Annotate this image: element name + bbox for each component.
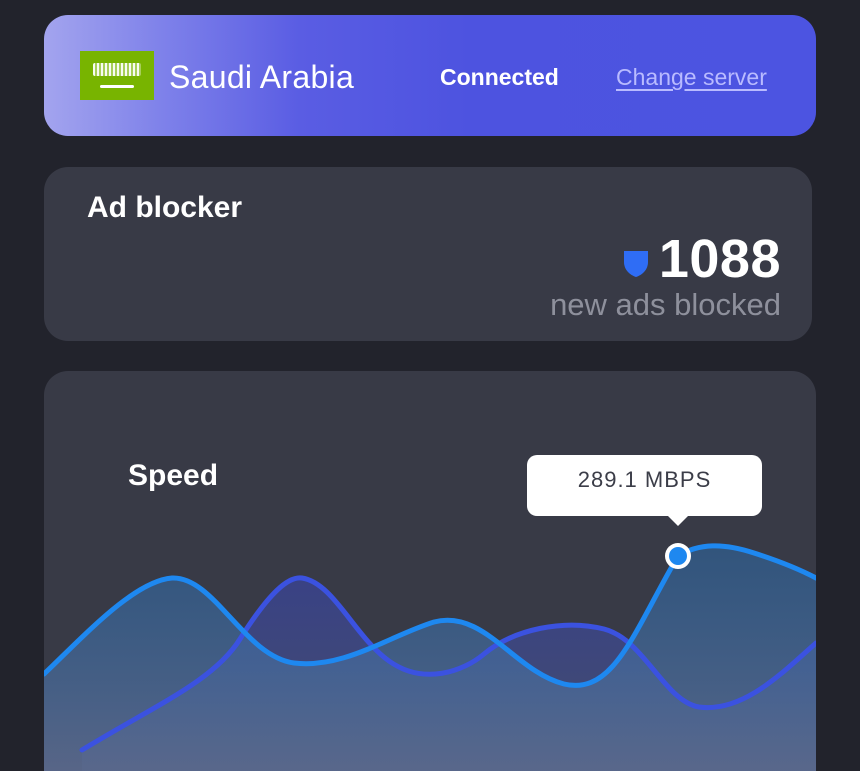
saudi-arabia-flag-icon bbox=[80, 51, 154, 100]
speed-tooltip-value: 289.1 MBPS bbox=[577, 467, 712, 492]
ad-blocker-title: Ad blocker bbox=[87, 191, 243, 224]
ads-blocked-count: 1088 bbox=[658, 229, 781, 289]
change-server-link[interactable]: Change server bbox=[616, 63, 767, 91]
speed-tooltip: 289.1 MBPS bbox=[527, 455, 762, 526]
server-banner: Saudi Arabia Connected Change server bbox=[44, 15, 816, 136]
speed-chart bbox=[44, 543, 816, 771]
country-name: Saudi Arabia bbox=[169, 59, 355, 95]
ads-blocked-caption: new ads blocked bbox=[550, 287, 781, 322]
speed-title: Speed bbox=[128, 459, 219, 492]
connection-status: Connected bbox=[440, 64, 559, 90]
ad-count-row: 1088 bbox=[622, 229, 781, 289]
speed-card: Speed 289.1 MBPS bbox=[44, 371, 816, 771]
shield-icon bbox=[623, 251, 648, 277]
ad-blocker-card: Ad blocker 1088 new ads blocked bbox=[44, 167, 812, 341]
